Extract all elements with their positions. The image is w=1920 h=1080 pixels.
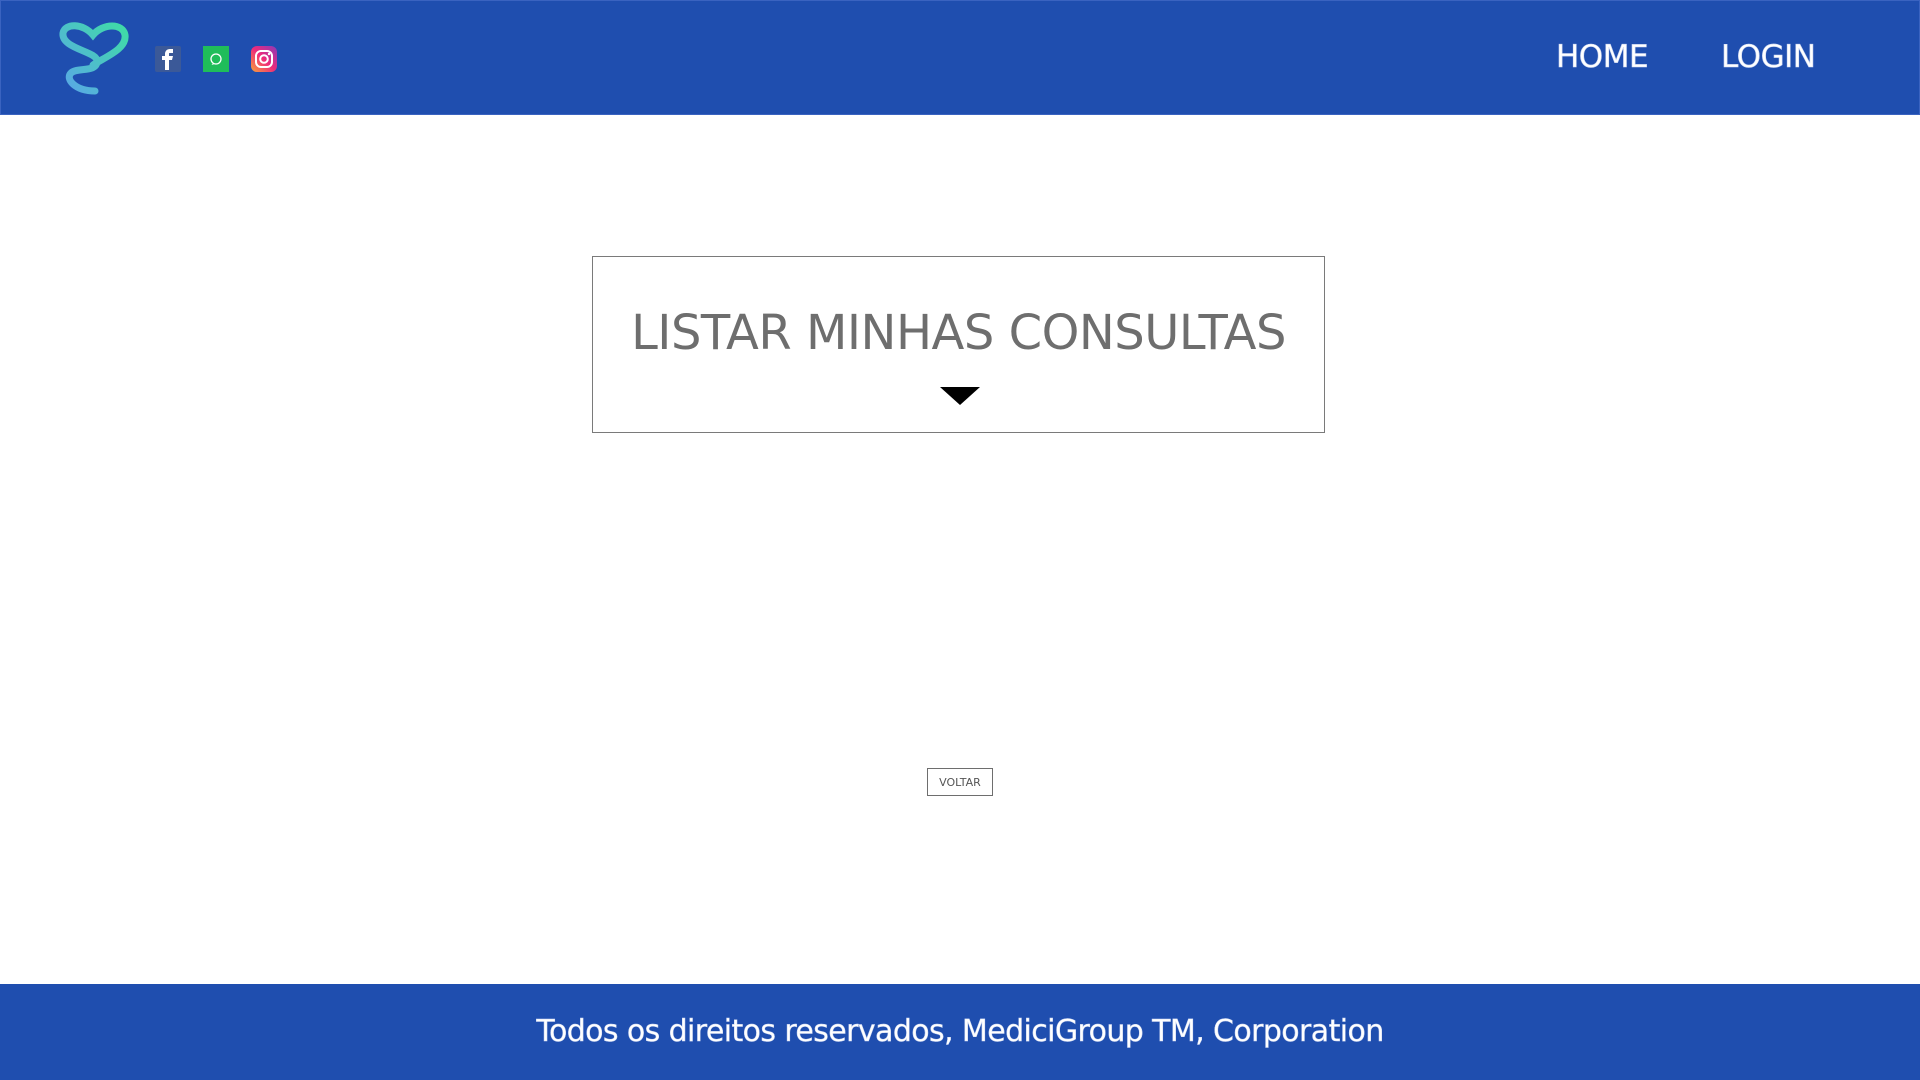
list-consultations-title: LISTAR MINHAS CONSULTAS <box>631 305 1286 361</box>
footer: Todos os direitos reservados, MediciGrou… <box>0 984 1920 1080</box>
nav-home-link[interactable]: HOME <box>1556 39 1649 76</box>
back-button[interactable]: VOLTAR <box>927 768 993 796</box>
instagram-icon[interactable] <box>251 46 277 72</box>
facebook-icon[interactable] <box>155 46 181 72</box>
top-header: HOME LOGIN <box>0 0 1920 115</box>
list-consultations-toggle[interactable]: LISTAR MINHAS CONSULTAS <box>592 256 1325 433</box>
whatsapp-icon[interactable] <box>203 46 229 72</box>
footer-copyright: Todos os direitos reservados, MediciGrou… <box>536 1014 1384 1050</box>
heart-logo-icon[interactable] <box>57 21 129 97</box>
caret-down-icon[interactable] <box>940 387 980 405</box>
nav-login-link[interactable]: LOGIN <box>1721 39 1817 76</box>
